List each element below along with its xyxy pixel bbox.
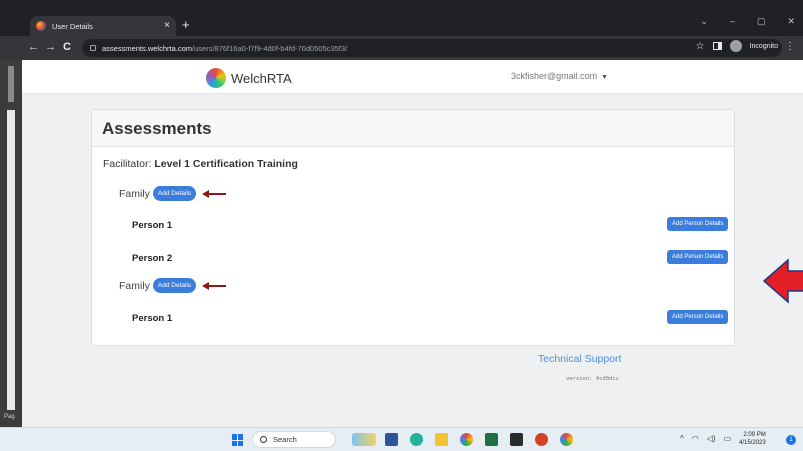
back-button[interactable]: ← xyxy=(28,41,39,53)
ruler-page-label: Pag xyxy=(4,414,15,420)
incognito-icon[interactable] xyxy=(729,40,742,52)
tab-search-icon[interactable]: ⌄ xyxy=(700,16,708,27)
annotation-arrow-icon xyxy=(202,281,227,290)
person-name: Person 2 xyxy=(132,253,173,264)
add-details-button[interactable]: Add Details xyxy=(152,186,197,201)
close-window-button[interactable]: ✕ xyxy=(787,16,795,27)
excel-app-icon[interactable] xyxy=(485,433,498,446)
windows-start-icon[interactable] xyxy=(232,434,244,446)
assessments-card: Assessments Facilitator: Level 1 Certifi… xyxy=(91,109,735,346)
screen: User Details × + ⌄ – ▢ ✕ ← → C assessmen… xyxy=(0,0,803,451)
taskbar-clock[interactable]: 2:09 PM 4/15/2023 xyxy=(739,431,766,447)
person-name: Person 1 xyxy=(132,313,173,324)
annotation-big-arrow-icon xyxy=(762,258,803,304)
add-details-button[interactable]: Add Details xyxy=(152,278,197,293)
user-menu[interactable]: 3ckfisher@gmail.com ▼ xyxy=(511,71,608,81)
welchrta-logo-icon xyxy=(206,68,226,88)
person-name: Person 1 xyxy=(132,220,173,231)
url-path: /users/876f16a0-f7f9-4d0f-b4fd-76d0505c3… xyxy=(192,43,348,53)
minimize-button[interactable]: – xyxy=(730,16,735,27)
incognito-label: Incognito xyxy=(749,42,778,50)
brand-name: WelchRTA xyxy=(231,70,292,86)
battery-icon[interactable]: ▭ xyxy=(724,434,732,443)
acrobat-app-icon[interactable] xyxy=(510,433,523,446)
volume-icon[interactable]: ◁) xyxy=(707,434,716,443)
technical-support-link[interactable]: Technical Support xyxy=(538,353,621,365)
omnibox-actions: ☆ Incognito xyxy=(696,40,778,52)
add-person-details-button[interactable]: Add Person Details xyxy=(667,310,729,324)
facilitator-prefix: Facilitator: xyxy=(103,158,155,170)
web-page: WelchRTA 3ckfisher@gmail.com ▼ Assessment… xyxy=(22,60,803,427)
family-label: Family xyxy=(119,187,150,200)
lock-icon[interactable] xyxy=(90,45,96,51)
ruler-marker xyxy=(8,66,14,102)
facilitator-line: Facilitator: Level 1 Certification Train… xyxy=(103,158,298,170)
forward-button[interactable]: → xyxy=(45,41,56,53)
ruler-track xyxy=(7,110,15,410)
windows-taskbar: Search ^ ◠ ◁) ▭ 2:09 PM 4/15/2023 1 xyxy=(0,427,803,451)
browser-menu-icon[interactable]: ⋮ xyxy=(785,41,795,52)
version-label: version: 4cd0dcc xyxy=(566,376,619,382)
wifi-icon[interactable]: ◠ xyxy=(692,434,699,443)
widget-app-icon[interactable] xyxy=(352,433,376,446)
new-tab-button[interactable]: + xyxy=(182,18,190,32)
browser-tab-user-details[interactable]: User Details × xyxy=(30,16,176,36)
reload-button[interactable]: C xyxy=(63,41,71,53)
favicon-icon xyxy=(36,21,46,31)
tab-bar: User Details × + ⌄ – ▢ ✕ xyxy=(0,14,803,36)
annotation-arrow-icon xyxy=(202,189,227,198)
family-row: Family Add Details xyxy=(119,186,227,201)
edge-app-icon[interactable] xyxy=(410,433,423,446)
clock-time: 2:09 PM xyxy=(743,432,766,438)
add-person-details-button[interactable]: Add Person Details xyxy=(667,250,729,264)
browser-toolbar: ← → C assessments.welchrta.com /users/87… xyxy=(0,36,803,60)
system-tray: ^ ◠ ◁) ▭ xyxy=(680,434,731,443)
page-title: Assessments xyxy=(102,119,212,138)
search-icon xyxy=(260,436,267,443)
taskbar-search-label: Search xyxy=(273,435,297,444)
url-host: assessments.welchrta.com xyxy=(102,43,193,53)
bookmark-star-icon[interactable]: ☆ xyxy=(696,41,705,52)
chrome-app-icon[interactable] xyxy=(460,433,473,446)
brand[interactable]: WelchRTA xyxy=(206,68,292,88)
card-header: Assessments xyxy=(92,110,734,147)
word-app-icon[interactable] xyxy=(385,433,398,446)
chrome-profile-app-icon[interactable] xyxy=(560,433,573,446)
site-navbar: WelchRTA 3ckfisher@gmail.com ▼ xyxy=(22,60,803,94)
side-panel-icon[interactable] xyxy=(712,42,722,50)
window-top-strip xyxy=(0,0,803,14)
maximize-button[interactable]: ▢ xyxy=(757,16,766,27)
file-explorer-icon[interactable] xyxy=(435,433,448,446)
family-label: Family xyxy=(119,279,150,292)
address-bar[interactable]: assessments.welchrta.com /users/876f16a0… xyxy=(82,39,782,57)
notification-badge[interactable]: 1 xyxy=(786,435,796,445)
powerpoint-app-icon[interactable] xyxy=(535,433,548,446)
taskbar-search[interactable]: Search xyxy=(252,431,336,448)
clock-date: 4/15/2023 xyxy=(739,440,766,446)
user-email: 3ckfisher@gmail.com xyxy=(511,71,598,81)
document-ruler: Pag xyxy=(0,60,22,427)
tab-title: User Details xyxy=(52,21,93,31)
facilitator-name: Level 1 Certification Training xyxy=(154,158,298,170)
tray-chevron-icon[interactable]: ^ xyxy=(680,434,684,443)
family-row: Family Add Details xyxy=(119,278,227,293)
add-person-details-button[interactable]: Add Person Details xyxy=(667,217,729,231)
window-controls: ⌄ – ▢ ✕ xyxy=(700,16,795,27)
caret-down-icon: ▼ xyxy=(601,74,609,81)
close-tab-icon[interactable]: × xyxy=(164,21,170,31)
